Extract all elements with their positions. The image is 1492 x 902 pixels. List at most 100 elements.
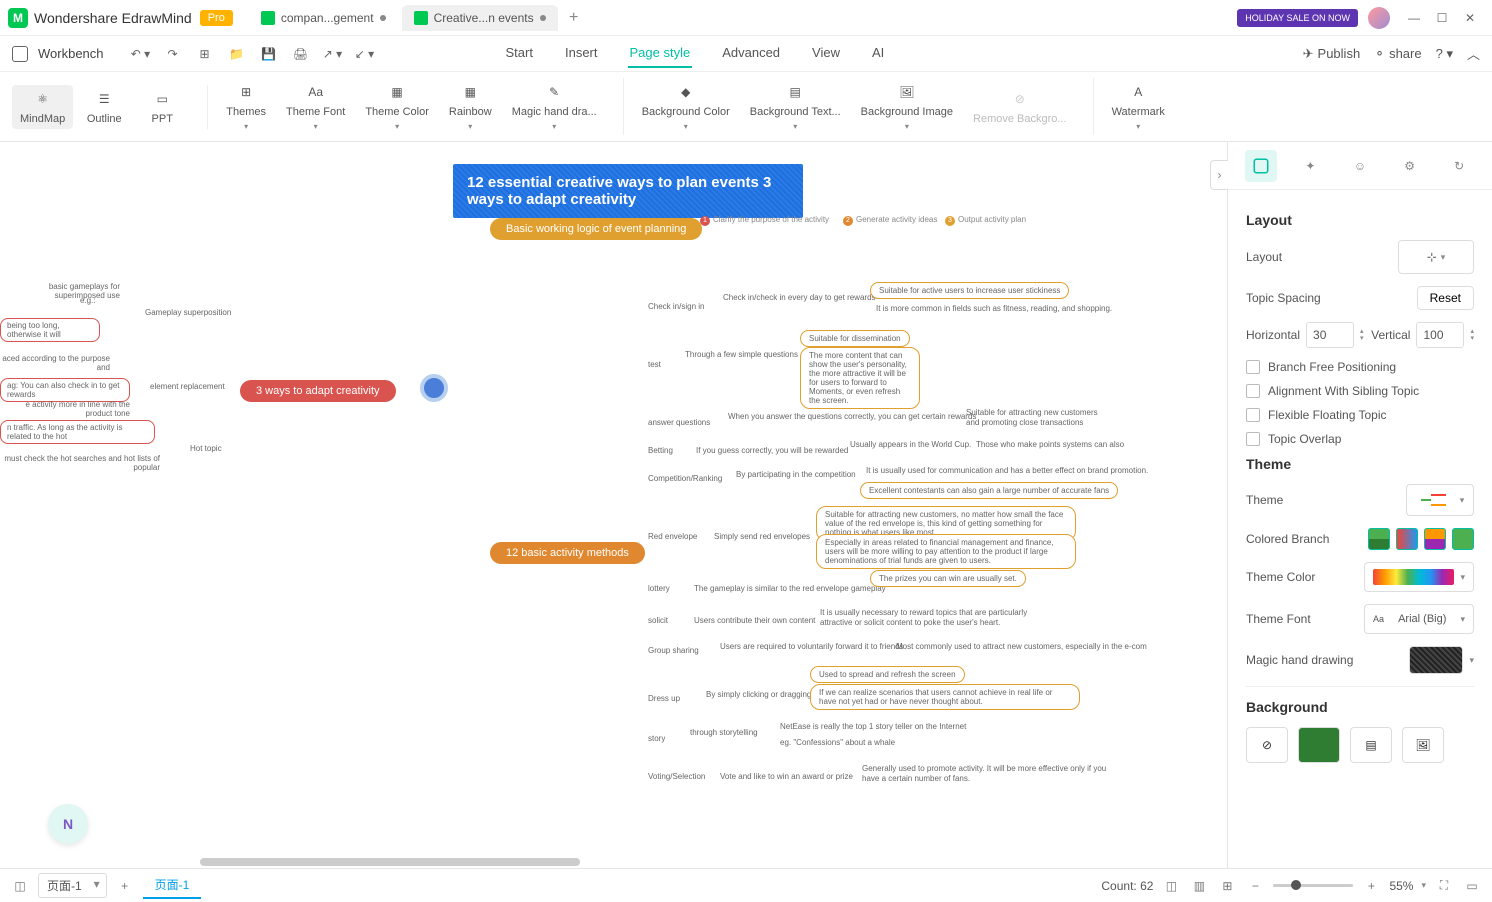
page-select[interactable]: 页面-1 [38,873,107,898]
magichand-button[interactable]: ✎Magic hand dra...▾ [504,78,605,135]
home-icon[interactable] [12,46,28,62]
export-button[interactable]: ↗ ▾ [323,44,343,64]
branch-node-2[interactable]: 12 basic activity methods [490,542,645,564]
print-button[interactable]: 🖨 [291,44,311,64]
magic-hand-select[interactable] [1409,646,1463,674]
layout-thumb-icon: ⊹ [1427,250,1437,264]
reset-spacing-button[interactable]: Reset [1417,286,1474,310]
background-section-title: Background [1246,699,1474,715]
fit-button[interactable]: ▭ [1462,876,1482,896]
publish-button[interactable]: ✈ Publish [1303,46,1361,62]
check-flexible[interactable]: Flexible Floating Topic [1246,408,1474,422]
mindmap-view-button[interactable]: ⚛MindMap [12,85,73,129]
add-page-button[interactable]: + [115,876,135,896]
ppt-view-button[interactable]: ▭PPT [135,85,189,129]
redo-button[interactable]: ↷ [163,44,183,64]
menu-tab-start[interactable]: Start [504,39,535,68]
panel-tab-face[interactable]: ☺ [1344,150,1376,182]
spinner-icon[interactable]: ▴▾ [1360,328,1364,342]
zoom-slider[interactable] [1273,884,1353,887]
mindmap-title-node[interactable]: 12 essential creative ways to plan event… [453,164,803,218]
branch-node-1[interactable]: Basic working logic of event planning [490,218,702,240]
bgcolor-button[interactable]: ◆Background Color▾ [634,78,738,135]
bg-none-button[interactable]: ⊘ [1246,727,1288,763]
share-button[interactable]: ⚬ share [1374,46,1421,62]
check-alignment[interactable]: Alignment With Sibling Topic [1246,384,1474,398]
themefont-button[interactable]: AaTheme Font▾ [278,78,353,135]
document-tab-1[interactable]: compan...gement [249,5,398,31]
branch-color-2[interactable] [1396,528,1418,550]
new-button[interactable]: ⊞ [195,44,215,64]
panel-tab-settings[interactable]: ⚙ [1394,150,1426,182]
panel-tab-layout[interactable] [1245,150,1277,182]
pen-icon: ✎ [544,82,564,102]
view-mode-3-button[interactable]: ⊞ [1217,876,1237,896]
color-icon: ▦ [387,82,407,102]
collapse-ribbon-button[interactable]: ︿ [1467,44,1480,63]
bgimage-button[interactable]: 🖼Background Image▾ [853,78,961,135]
undo-button[interactable]: ↶ ▾ [131,44,151,64]
rainbow-icon: ▦ [460,82,480,102]
bg-solid-button[interactable] [1298,727,1340,763]
bgtext-button[interactable]: ▤Background Text...▾ [742,78,849,135]
branch-color-1[interactable] [1368,528,1390,550]
layout-section-title: Layout [1246,212,1474,228]
check-branch-free[interactable]: Branch Free Positioning [1246,360,1474,374]
theme-font-select[interactable]: AaArial (Big)▾ [1364,604,1474,634]
ai-assistant-button[interactable]: N [48,804,88,844]
save-button[interactable]: 💾 [259,44,279,64]
horizontal-scrollbar[interactable] [200,858,1092,868]
document-tab-2[interactable]: Creative...n events [402,5,558,31]
tab-label: compan...gement [281,11,374,25]
theme-color-select[interactable]: ▾ [1364,562,1474,592]
minimize-button[interactable]: — [1400,4,1428,32]
menu-tab-ai[interactable]: AI [870,39,886,68]
panel-tab-sparkle[interactable]: ✦ [1294,150,1326,182]
menu-tab-view[interactable]: View [810,39,842,68]
branch-color-4[interactable] [1452,528,1474,550]
maximize-button[interactable]: ☐ [1428,4,1456,32]
check-overlap[interactable]: Topic Overlap [1246,432,1474,446]
watermark-button[interactable]: AWatermark▾ [1104,78,1173,135]
themecolor-button[interactable]: ▦Theme Color▾ [357,78,437,135]
spinner-icon[interactable]: ▴▾ [1470,328,1474,342]
open-button[interactable]: 📁 [227,44,247,64]
help-button[interactable]: ? ▾ [1436,46,1453,62]
close-button[interactable]: ✕ [1456,4,1484,32]
zoom-in-button[interactable]: + [1361,876,1381,896]
user-avatar[interactable] [1368,7,1390,29]
menu-tab-advanced[interactable]: Advanced [720,39,782,68]
holiday-sale-button[interactable]: HOLIDAY SALE ON NOW [1237,9,1358,27]
center-node[interactable] [420,374,448,402]
layout-select[interactable]: ⊹▾ [1398,240,1474,274]
workbench-link[interactable]: Workbench [38,46,104,61]
theme-select[interactable]: ▾ [1406,484,1474,516]
branch-node-3[interactable]: 3 ways to adapt creativity [240,380,396,402]
menu-tab-pagestyle[interactable]: Page style [628,39,693,68]
fullscreen-button[interactable]: ⛶ [1434,876,1454,896]
themes-button[interactable]: ⊞Themes▾ [218,78,274,135]
sidebar-toggle-button[interactable]: ◫ [10,876,30,896]
collapse-panel-button[interactable]: › [1210,160,1228,190]
image-icon: 🖼 [897,82,917,102]
zoom-out-button[interactable]: − [1245,876,1265,896]
add-tab-button[interactable]: + [562,6,586,30]
vertical-spacing-input[interactable]: 100 [1416,322,1464,348]
view-mode-1-button[interactable]: ◫ [1161,876,1181,896]
removebg-button: ⊘Remove Backgro... [965,78,1075,135]
remove-icon: ⊘ [1010,89,1030,109]
right-panel: › ✦ ☺ ⚙ ↻ Layout Layout ⊹▾ Topic Spacing… [1227,142,1492,868]
modified-dot-icon [540,15,546,21]
outline-view-button[interactable]: ☰Outline [77,85,131,129]
bg-image-button[interactable]: 🖼 [1402,727,1444,763]
menu-tab-insert[interactable]: Insert [563,39,600,68]
view-mode-2-button[interactable]: ▥ [1189,876,1209,896]
panel-tab-history[interactable]: ↻ [1443,150,1475,182]
rainbow-button[interactable]: ▦Rainbow▾ [441,78,500,135]
bg-pattern-button[interactable]: ▤ [1350,727,1392,763]
import-button[interactable]: ↙ ▾ [355,44,375,64]
doc-icon [261,11,275,25]
horizontal-spacing-input[interactable]: 30 [1306,322,1354,348]
branch-color-3[interactable] [1424,528,1446,550]
page-tab-1[interactable]: 页面-1 [143,872,202,899]
